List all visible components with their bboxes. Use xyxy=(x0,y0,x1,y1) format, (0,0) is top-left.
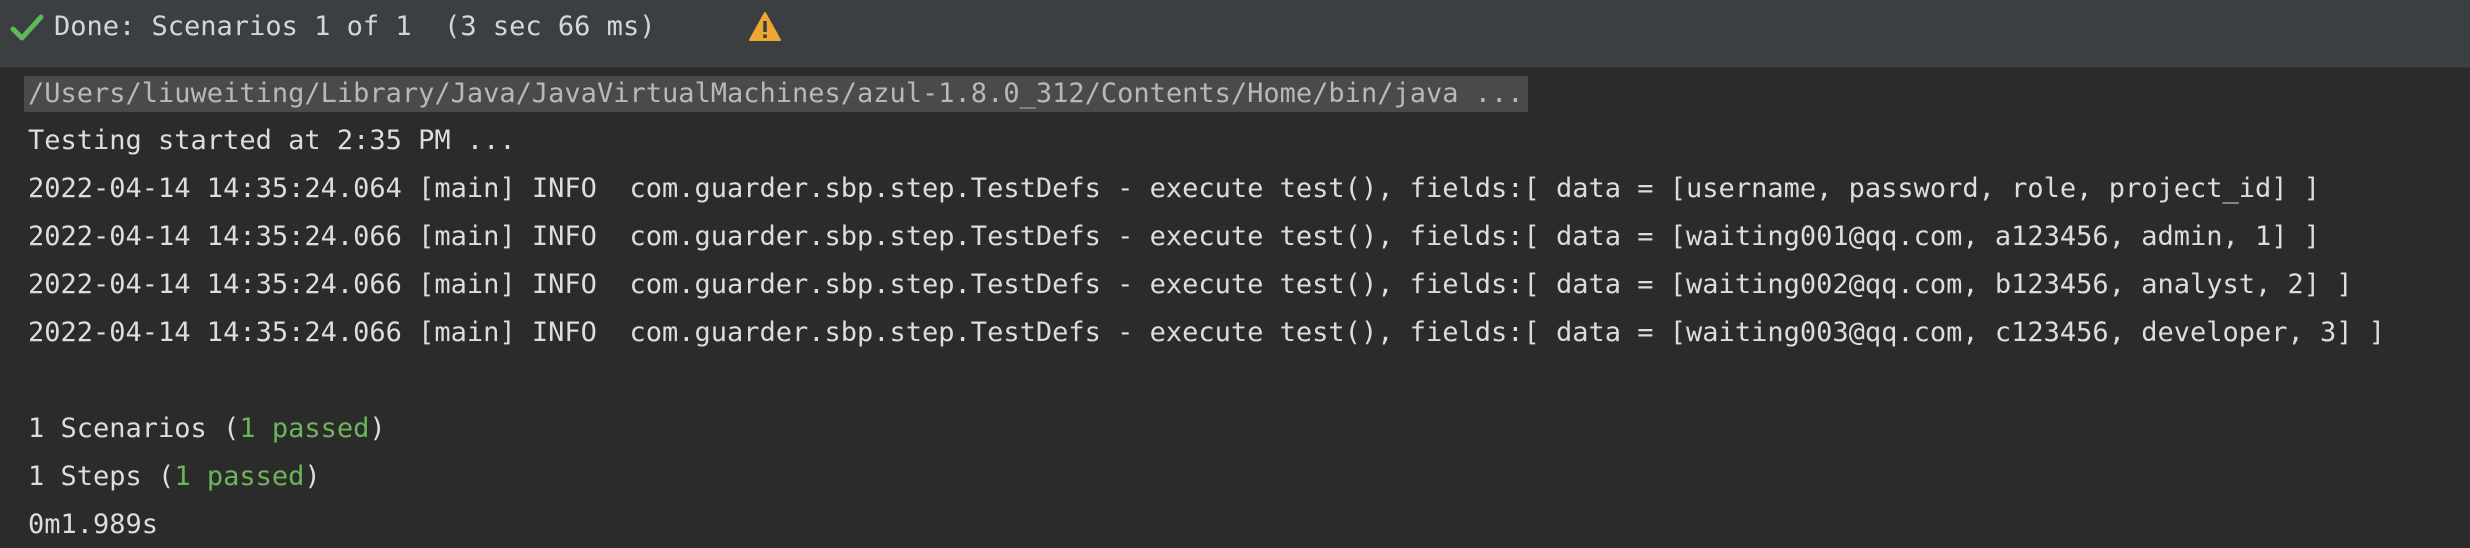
log-line: 2022-04-14 14:35:24.066 [main] INFO com.… xyxy=(28,269,2353,300)
scenarios-suffix: ) xyxy=(369,413,386,444)
steps-passed: 1 passed xyxy=(174,461,305,492)
warning-icon[interactable] xyxy=(748,11,782,43)
duration-line: 0m1.989s xyxy=(28,509,159,540)
scenarios-passed: 1 passed xyxy=(239,413,370,444)
steps-prefix: 1 Steps ( xyxy=(28,461,175,492)
log-line: 2022-04-14 14:35:24.066 [main] INFO com.… xyxy=(28,221,2321,252)
steps-suffix: ) xyxy=(304,461,321,492)
log-line: 2022-04-14 14:35:24.066 [main] INFO com.… xyxy=(28,317,2386,348)
test-status-text: Done: Scenarios 1 of 1 (3 sec 66 ms) xyxy=(54,11,656,42)
test-status-bar: Done: Scenarios 1 of 1 (3 sec 66 ms) xyxy=(0,0,2470,68)
scenarios-summary: 1 Scenarios (1 passed) xyxy=(28,411,386,447)
steps-summary: 1 Steps (1 passed) xyxy=(28,459,321,495)
log-line: 2022-04-14 14:35:24.064 [main] INFO com.… xyxy=(28,173,2321,204)
java-command-line[interactable]: /Users/liuweiting/Library/Java/JavaVirtu… xyxy=(24,76,1528,112)
testing-started-line: Testing started at 2:35 PM ... xyxy=(28,125,516,156)
checkmark-icon xyxy=(10,14,44,41)
scenarios-prefix: 1 Scenarios ( xyxy=(28,413,240,444)
console-output[interactable]: /Users/liuweiting/Library/Java/JavaVirtu… xyxy=(0,68,2470,548)
